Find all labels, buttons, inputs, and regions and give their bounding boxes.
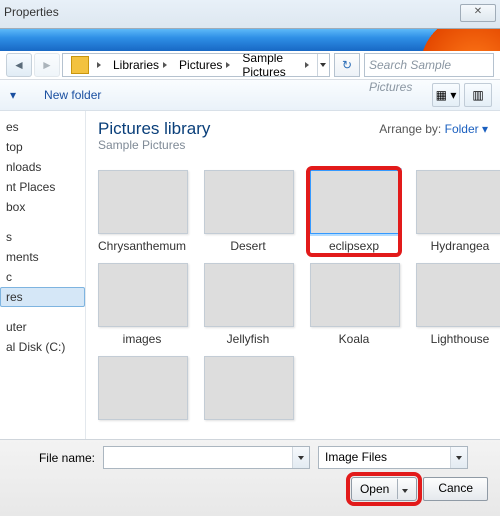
- thumbnail-image: [310, 263, 400, 327]
- thumbnail-Desert[interactable]: Desert: [204, 170, 292, 253]
- thumbnail-image: [204, 170, 294, 234]
- window-title: Properties: [4, 5, 59, 19]
- address-dropdown[interactable]: [317, 54, 329, 76]
- thumbnail-image: [98, 356, 188, 420]
- sidebar-item[interactable]: c: [0, 267, 85, 287]
- preview-pane-button[interactable]: ▥: [464, 83, 492, 107]
- view-mode-button[interactable]: ▦ ▾: [432, 83, 460, 107]
- thumbnail-caption: Koala: [310, 332, 398, 346]
- thumbnail-images[interactable]: images: [98, 263, 186, 346]
- thumbnail-Lighthouse[interactable]: Lighthouse: [416, 263, 500, 346]
- content-pane: Pictures library Sample Pictures Arrange…: [86, 111, 500, 439]
- thumbnail-Hydrangea[interactable]: Hydrangea: [416, 170, 500, 253]
- sidebar-item[interactable]: ments: [0, 247, 85, 267]
- thumbnail-caption: Chrysanthemum: [98, 239, 186, 253]
- organize-menu[interactable]: ▾: [8, 84, 18, 106]
- chevron-down-icon: [397, 479, 408, 499]
- sidebar-item[interactable]: s: [0, 227, 85, 247]
- filename-input[interactable]: [103, 446, 310, 469]
- back-button[interactable]: ◄: [6, 53, 32, 77]
- thumbnail-caption: images: [98, 332, 186, 346]
- thumbnail-image: [98, 170, 188, 234]
- filetype-filter[interactable]: Image Files: [318, 446, 468, 469]
- library-subtitle: Sample Pictures: [98, 138, 488, 152]
- arrange-by-link: Folder ▾: [445, 122, 488, 136]
- nav-sidebar: estopnloadsnt Placesbox smentscres uteral …: [0, 111, 86, 439]
- thumbnail-caption: Desert: [204, 239, 292, 253]
- thumbnail-caption: Lighthouse: [416, 332, 500, 346]
- filename-label: File name:: [10, 451, 95, 465]
- new-folder-button[interactable]: New folder: [42, 84, 103, 106]
- thumbnail-Jellyfish[interactable]: Jellyfish: [204, 263, 292, 346]
- sidebar-item[interactable]: es: [0, 117, 85, 137]
- sidebar-item[interactable]: uter: [0, 317, 85, 337]
- cancel-button[interactable]: Cance: [423, 477, 488, 501]
- chevron-down-icon[interactable]: [450, 447, 467, 468]
- breadcrumb-seg[interactable]: Pictures: [179, 58, 222, 72]
- thumbnail-image: [416, 263, 500, 327]
- taskbar-strip: [0, 29, 500, 51]
- chevron-down-icon[interactable]: [292, 447, 309, 468]
- thumbnail-image: [310, 170, 400, 234]
- thumbnail-Koala[interactable]: Koala: [310, 263, 398, 346]
- breadcrumb-seg[interactable]: Libraries: [113, 58, 159, 72]
- sidebar-item[interactable]: res: [0, 287, 85, 307]
- search-input[interactable]: Search Sample Pictures: [364, 53, 494, 77]
- sidebar-item[interactable]: top: [0, 137, 85, 157]
- sidebar-item[interactable]: nt Places: [0, 177, 85, 197]
- nav-row: ◄ ► Libraries Pictures Sample Pictures ↻…: [0, 51, 500, 80]
- thumbnail-Chrysanthemum[interactable]: Chrysanthemum: [98, 170, 186, 253]
- toolbar: ▾ New folder ▦ ▾ ▥: [0, 80, 500, 111]
- thumbnail-caption: Jellyfish: [204, 332, 292, 346]
- thumbnail-eclipsexp[interactable]: eclipsexp: [308, 168, 400, 255]
- thumbnail-item[interactable]: [204, 356, 292, 425]
- sidebar-item[interactable]: nloads: [0, 157, 85, 177]
- sidebar-item[interactable]: box: [0, 197, 85, 217]
- thumbnail-image: [98, 263, 188, 327]
- sidebar-item[interactable]: al Disk (C:): [0, 337, 85, 357]
- thumbnail-caption: eclipsexp: [310, 239, 398, 253]
- properties-titlebar: Properties ✕: [0, 0, 500, 29]
- thumbnail-image: [204, 356, 294, 420]
- breadcrumb-seg[interactable]: Sample Pictures: [242, 53, 300, 77]
- arrange-by[interactable]: Arrange by: Folder ▾: [379, 122, 488, 136]
- refresh-button[interactable]: ↻: [334, 53, 360, 77]
- address-bar[interactable]: Libraries Pictures Sample Pictures: [62, 53, 330, 77]
- folder-icon: [71, 56, 89, 74]
- thumbnail-caption: Hydrangea: [416, 239, 500, 253]
- footer: File name: Image Files Open Cance: [0, 439, 500, 516]
- thumbnail-grid: ChrysanthemumDeserteclipsexpHydrangeaima…: [98, 170, 488, 425]
- close-icon[interactable]: ✕: [460, 4, 496, 22]
- thumbnail-image: [204, 263, 294, 327]
- thumbnail-item[interactable]: [98, 356, 186, 425]
- open-button[interactable]: Open: [351, 477, 417, 501]
- forward-button[interactable]: ►: [34, 53, 60, 77]
- thumbnail-image: [416, 170, 500, 234]
